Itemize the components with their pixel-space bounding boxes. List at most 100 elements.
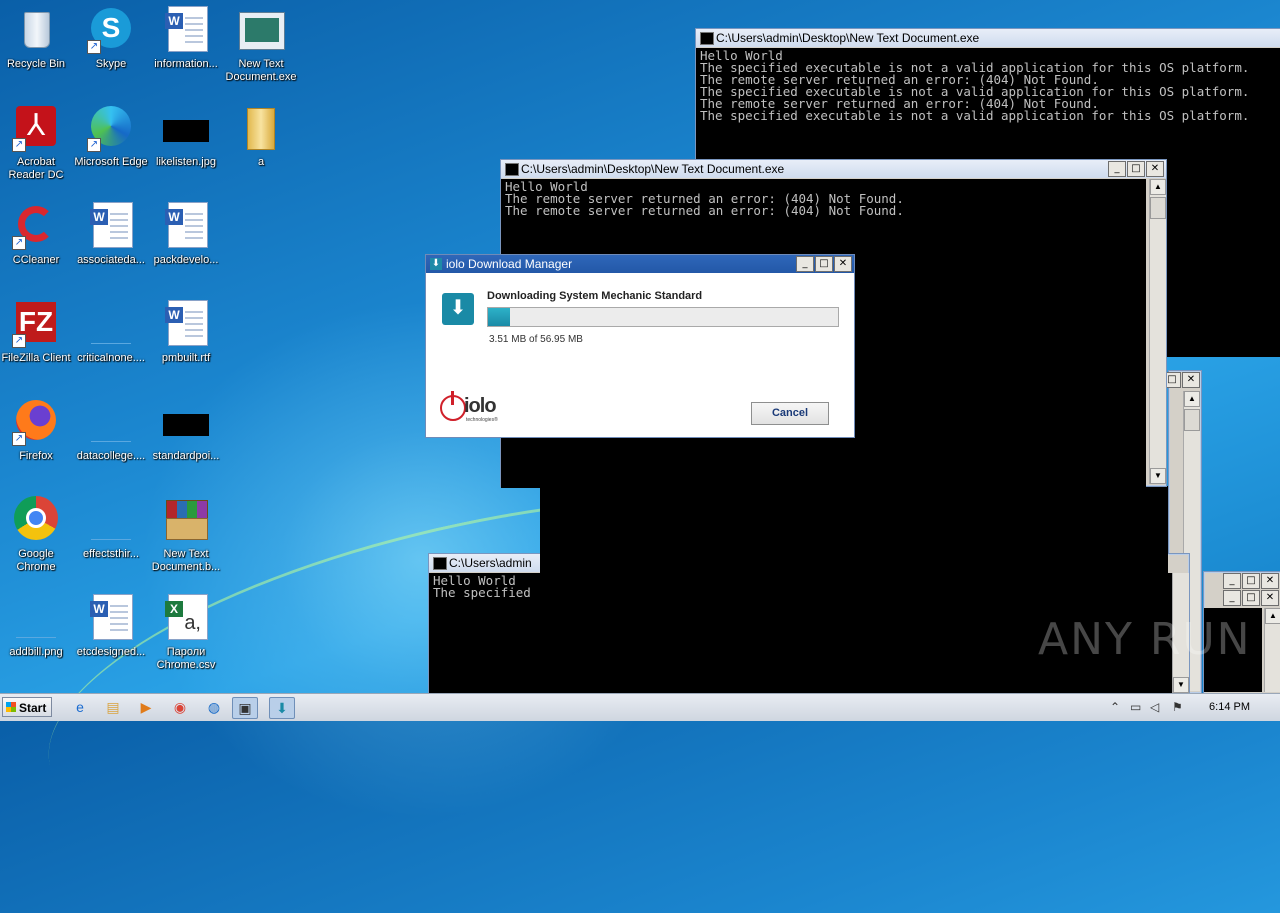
console-window-2-titlebar[interactable]: C:\Users\admin\Desktop\New Text Document…: [501, 160, 1166, 178]
maximize-button[interactable]: □: [815, 256, 833, 272]
ccleaner-icon: ↗: [12, 202, 60, 250]
dialog-titlebar[interactable]: ⬇ iolo Download Manager _ □ ✕: [426, 255, 854, 273]
chrome-icon: [12, 496, 60, 544]
iolo-logo: iolo technologies®: [440, 391, 520, 425]
taskbar: Start e ▤ ▶ ◉ ◍ ▣ ⬇ ⌃ ▭ ◁ ⚑ 6:14 PM: [0, 693, 1280, 721]
word-document-icon: W: [162, 6, 210, 54]
folder-icon: [237, 104, 285, 152]
desktop-icon-label: New Text Document.b...: [151, 548, 221, 573]
filezilla-icon: FZ ↗: [12, 300, 60, 348]
console-icon: [700, 32, 714, 45]
minimize-button[interactable]: _: [796, 256, 814, 272]
window-title: C:\Users\admin\Desktop\New Text Document…: [716, 31, 980, 45]
minimize-button[interactable]: _: [1223, 573, 1241, 589]
desktop-icon-folder-a[interactable]: a: [215, 104, 307, 169]
desktop-icon-label: New Text Document.exe: [225, 58, 297, 83]
maximize-button[interactable]: □: [1127, 161, 1145, 177]
console-icon: [505, 163, 519, 176]
scroll-thumb[interactable]: [1184, 409, 1200, 431]
close-button[interactable]: ✕: [1261, 573, 1279, 589]
progress-fill: [488, 308, 510, 326]
firefox-icon: ↗: [12, 398, 60, 446]
scroll-up-arrow-icon[interactable]: ▲: [1184, 391, 1200, 407]
desktop-icon-label: standardpoi...: [152, 450, 220, 462]
desktop-icon-new-text-document-b[interactable]: New Text Document.b...: [140, 496, 232, 574]
maximize-button[interactable]: □: [1242, 573, 1260, 589]
desktop-icon-label: packdevelo...: [153, 254, 219, 266]
image-thumbnail-icon: [162, 104, 210, 152]
skype-icon: S ↗: [87, 6, 135, 54]
desktop-icon-label: a: [257, 156, 265, 168]
desktop-icon-label: Пароли Chrome.csv: [156, 646, 216, 671]
desktop-icon-new-text-document-exe[interactable]: New Text Document.exe: [215, 6, 307, 84]
console-icon[interactable]: ▣: [232, 697, 258, 719]
acrobat-icon: ⅄ ↗: [12, 104, 60, 152]
window-controls-2: _ □ ✕: [1223, 590, 1279, 606]
iolo-download-dialog[interactable]: ⬇ iolo Download Manager _ □ ✕ ⬇ Download…: [425, 254, 855, 438]
close-button[interactable]: ✕: [834, 256, 852, 272]
start-button[interactable]: Start: [2, 697, 52, 717]
maximize-button[interactable]: □: [1242, 590, 1260, 606]
console-window-1-titlebar[interactable]: C:\Users\admin\Desktop\New Text Document…: [696, 29, 1280, 47]
window-controls: _ □ ✕: [796, 256, 852, 272]
window-controls: _ □ ✕: [1108, 161, 1164, 177]
network-icon[interactable]: ▭: [1130, 700, 1141, 714]
cancel-button[interactable]: Cancel: [751, 402, 829, 425]
word-document-icon: W: [87, 202, 135, 250]
system-tray: ⌃ ▭ ◁ ⚑ 6:14 PM: [1100, 694, 1280, 721]
dialog-title: iolo Download Manager: [446, 257, 573, 271]
word-document-icon: W: [162, 202, 210, 250]
window-controls: □ ✕: [1163, 372, 1200, 388]
blank-file-icon: [12, 594, 60, 642]
show-hidden-icons-icon[interactable]: ⌃: [1110, 700, 1120, 714]
download-heading: Downloading System Mechanic Standard: [487, 290, 703, 302]
close-button[interactable]: ✕: [1146, 161, 1164, 177]
logo-text: iolo: [464, 395, 497, 417]
desktop-icon-label: pmbuilt.rtf: [161, 352, 211, 364]
winrar-icon: [162, 496, 210, 544]
scroll-thumb[interactable]: [1150, 197, 1166, 219]
desktop-icon-passwords-csv[interactable]: Xa, Пароли Chrome.csv: [140, 594, 232, 672]
logo-subtext: technologies®: [466, 417, 498, 423]
download-arrow-icon: ⬇: [442, 293, 474, 325]
close-button[interactable]: ✕: [1182, 372, 1200, 388]
blank-file-icon: [87, 300, 135, 348]
vertical-scrollbar[interactable]: ▲: [1264, 608, 1280, 692]
vertical-scrollbar[interactable]: ▲ ▼: [1149, 179, 1166, 484]
close-button[interactable]: ✕: [1261, 590, 1279, 606]
word-document-icon: W: [162, 300, 210, 348]
desktop-icon-packdevelo[interactable]: W packdevelo...: [140, 202, 232, 267]
edge-icon: ↗: [87, 104, 135, 152]
desktop-icon-standardpoi[interactable]: standardpoi...: [140, 398, 232, 463]
action-center-flag-icon[interactable]: ⚑: [1172, 700, 1183, 714]
scroll-down-arrow-icon[interactable]: ▼: [1150, 468, 1166, 484]
blank-file-icon: [87, 398, 135, 446]
image-thumbnail-icon: [162, 398, 210, 446]
console-window-3-titlebar[interactable]: C:\Users\admin: [429, 554, 549, 572]
word-document-icon: W: [87, 594, 135, 642]
download-size-text: 3.51 MB of 56.95 MB: [489, 334, 583, 345]
volume-icon[interactable]: ◁: [1150, 700, 1159, 714]
minimize-button[interactable]: _: [1108, 161, 1126, 177]
recycle-bin-icon: [12, 6, 60, 54]
media-player-icon[interactable]: ▶: [134, 697, 158, 717]
excel-csv-icon: Xa,: [162, 594, 210, 642]
anyrun-watermark: ANY RUN: [1038, 614, 1252, 665]
ie-icon[interactable]: e: [68, 697, 92, 717]
download-icon: ⬇: [430, 258, 442, 270]
chrome-icon[interactable]: ◉: [168, 697, 192, 717]
exe-icon: [237, 6, 285, 54]
download-manager-icon[interactable]: ⬇: [269, 697, 295, 719]
blank-file-icon: [87, 496, 135, 544]
windows-flag-icon: [6, 702, 16, 712]
window-title: C:\Users\admin: [449, 556, 532, 570]
explorer-icon[interactable]: ▤: [101, 697, 125, 717]
console-icon: [433, 557, 447, 570]
edge-icon[interactable]: ◍: [202, 697, 226, 717]
minimize-button[interactable]: _: [1223, 590, 1241, 606]
scroll-up-arrow-icon[interactable]: ▲: [1150, 179, 1166, 195]
clock[interactable]: 6:14 PM: [1209, 701, 1250, 713]
window-title: C:\Users\admin\Desktop\New Text Document…: [521, 162, 785, 176]
start-label: Start: [19, 701, 47, 715]
desktop-icon-pmbuilt[interactable]: W pmbuilt.rtf: [140, 300, 232, 365]
